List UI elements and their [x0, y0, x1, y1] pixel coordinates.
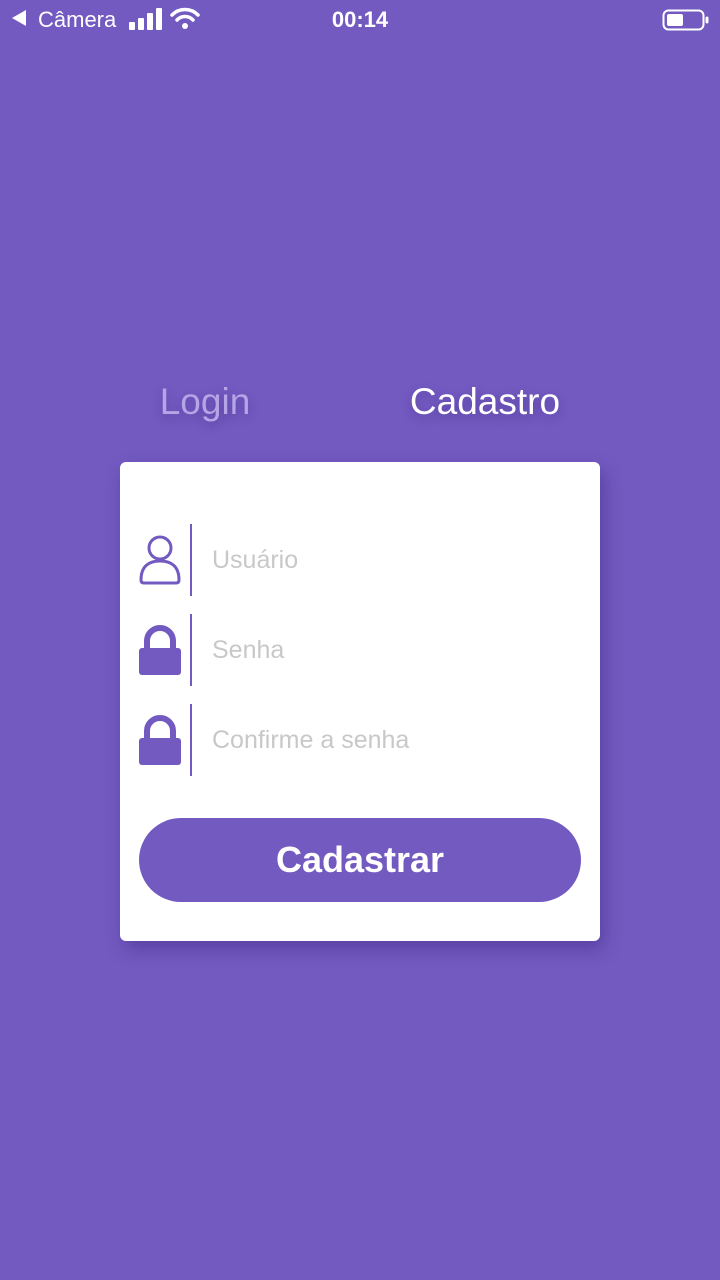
field-divider: [190, 704, 192, 776]
username-input[interactable]: [202, 538, 582, 582]
password-input[interactable]: [202, 628, 582, 672]
lock-icon: [139, 715, 181, 765]
signup-button[interactable]: Cadastrar: [139, 818, 581, 902]
battery-icon: [662, 9, 709, 31]
tab-login[interactable]: Login: [130, 378, 280, 426]
status-bar: Câmera 00:14: [0, 0, 720, 40]
field-divider: [190, 614, 192, 686]
confirm-password-input[interactable]: [202, 718, 582, 762]
tab-cadastro[interactable]: Cadastro: [390, 378, 580, 426]
field-divider: [190, 524, 192, 596]
user-icon: [139, 535, 181, 585]
confirm-password-field: [138, 704, 582, 776]
signup-card: Cadastrar: [120, 462, 600, 941]
status-time: 00:14: [331, 7, 389, 32]
lock-icon: [139, 625, 181, 675]
password-field: [138, 614, 582, 686]
username-field: [138, 524, 582, 596]
